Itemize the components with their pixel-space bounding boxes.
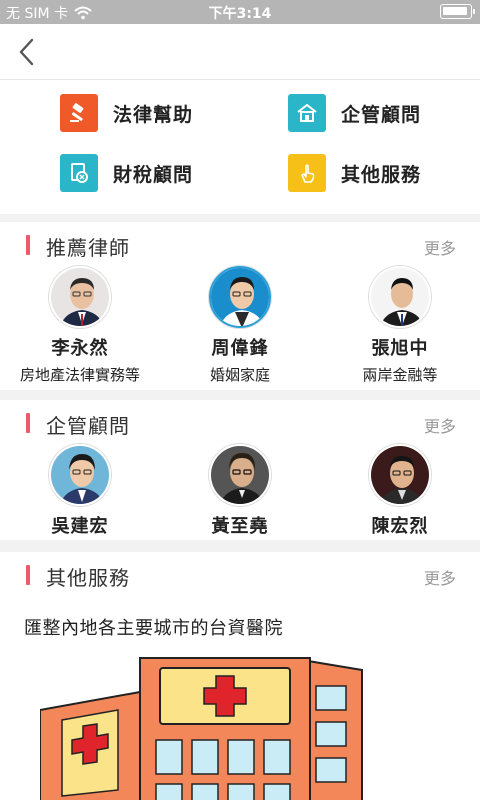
section-header: 企管顧問 更多 (0, 400, 480, 444)
consultant-name: 陳宏烈 (371, 516, 429, 537)
avatar (49, 444, 111, 506)
consultant-name: 吳建宏 (51, 516, 109, 537)
section-title: 推薦律師 (46, 236, 130, 260)
lawyer-specialty: 兩岸金融等 (362, 366, 438, 384)
hand-pointer-icon (288, 154, 326, 192)
avatar (369, 444, 431, 506)
lawyer-specialty: 婚姻家庭 (209, 366, 270, 384)
consultant-card[interactable]: 黃至堯 (160, 444, 320, 564)
avatar (369, 266, 431, 328)
nav-bar (0, 24, 480, 80)
service-finance-tax[interactable]: 財稅顧問 (60, 154, 193, 192)
section-lawyers: 推薦律師 更多 李永然 房地產法律實務等 周偉鋒 婚姻家庭 張旭中 兩岸金融等 (0, 222, 480, 390)
lawyer-card[interactable]: 周偉鋒 婚姻家庭 (160, 266, 320, 386)
service-label: 財稅顧問 (113, 163, 194, 186)
more-link[interactable]: 更多 (424, 235, 456, 259)
more-link[interactable]: 更多 (424, 565, 456, 589)
lawyer-name: 張旭中 (371, 338, 429, 359)
service-label: 企管顧問 (341, 103, 422, 126)
service-label: 法律幫助 (113, 103, 194, 126)
status-right (440, 4, 475, 19)
consultant-list: 吳建宏 黃至堯 陳宏烈 (0, 444, 480, 564)
house-icon (288, 94, 326, 132)
back-button[interactable] (12, 36, 44, 68)
battery-icon (440, 4, 475, 19)
lawyer-card[interactable]: 張旭中 兩岸金融等 (320, 266, 480, 386)
consultant-card[interactable]: 吳建宏 (0, 444, 160, 564)
lawyer-specialty: 房地產法律實務等 (19, 366, 140, 384)
accent-bar (26, 235, 30, 255)
lawyer-list: 李永然 房地產法律實務等 周偉鋒 婚姻家庭 張旭中 兩岸金融等 (0, 266, 480, 386)
lawyer-name: 李永然 (51, 338, 109, 359)
section-consultants: 企管顧問 更多 吳建宏 黃至堯 陳宏烈 (0, 400, 480, 540)
status-time: 下午3:14 (208, 6, 272, 22)
lawyer-name: 周偉鋒 (211, 338, 269, 359)
service-label: 其他服務 (341, 163, 422, 186)
consultant-card[interactable]: 陳宏烈 (320, 444, 480, 564)
service-description[interactable]: 匯整內地各主要城市的台資醫院 (24, 614, 283, 640)
section-title: 其他服務 (46, 566, 130, 590)
hospital-illustration[interactable] (39, 650, 380, 800)
service-other[interactable]: 其他服務 (288, 154, 421, 192)
avatar (49, 266, 111, 328)
section-other-services: 其他服務 更多 匯整內地各主要城市的台資醫院 (0, 552, 480, 800)
status-bar: 无 SIM 卡 下午3:14 (0, 0, 480, 24)
avatar (209, 266, 271, 328)
service-legal-help[interactable]: 法律幫助 (60, 94, 193, 132)
section-title: 企管顧問 (46, 414, 130, 438)
accent-bar (26, 565, 30, 585)
service-enterprise-consult[interactable]: 企管顧問 (288, 94, 421, 132)
avatar (209, 444, 271, 506)
service-grid: 法律幫助 企管顧問 財稅顧問 其他服務 (0, 80, 480, 214)
lawyer-card[interactable]: 李永然 房地產法律實務等 (0, 266, 160, 386)
finance-doc-icon (60, 154, 98, 192)
section-header: 其他服務 更多 (0, 552, 480, 596)
gavel-icon (60, 94, 98, 132)
accent-bar (26, 413, 30, 433)
consultant-name: 黃至堯 (211, 516, 269, 537)
section-header: 推薦律師 更多 (0, 222, 480, 266)
chevron-left-icon (19, 38, 34, 66)
more-link[interactable]: 更多 (424, 413, 456, 437)
